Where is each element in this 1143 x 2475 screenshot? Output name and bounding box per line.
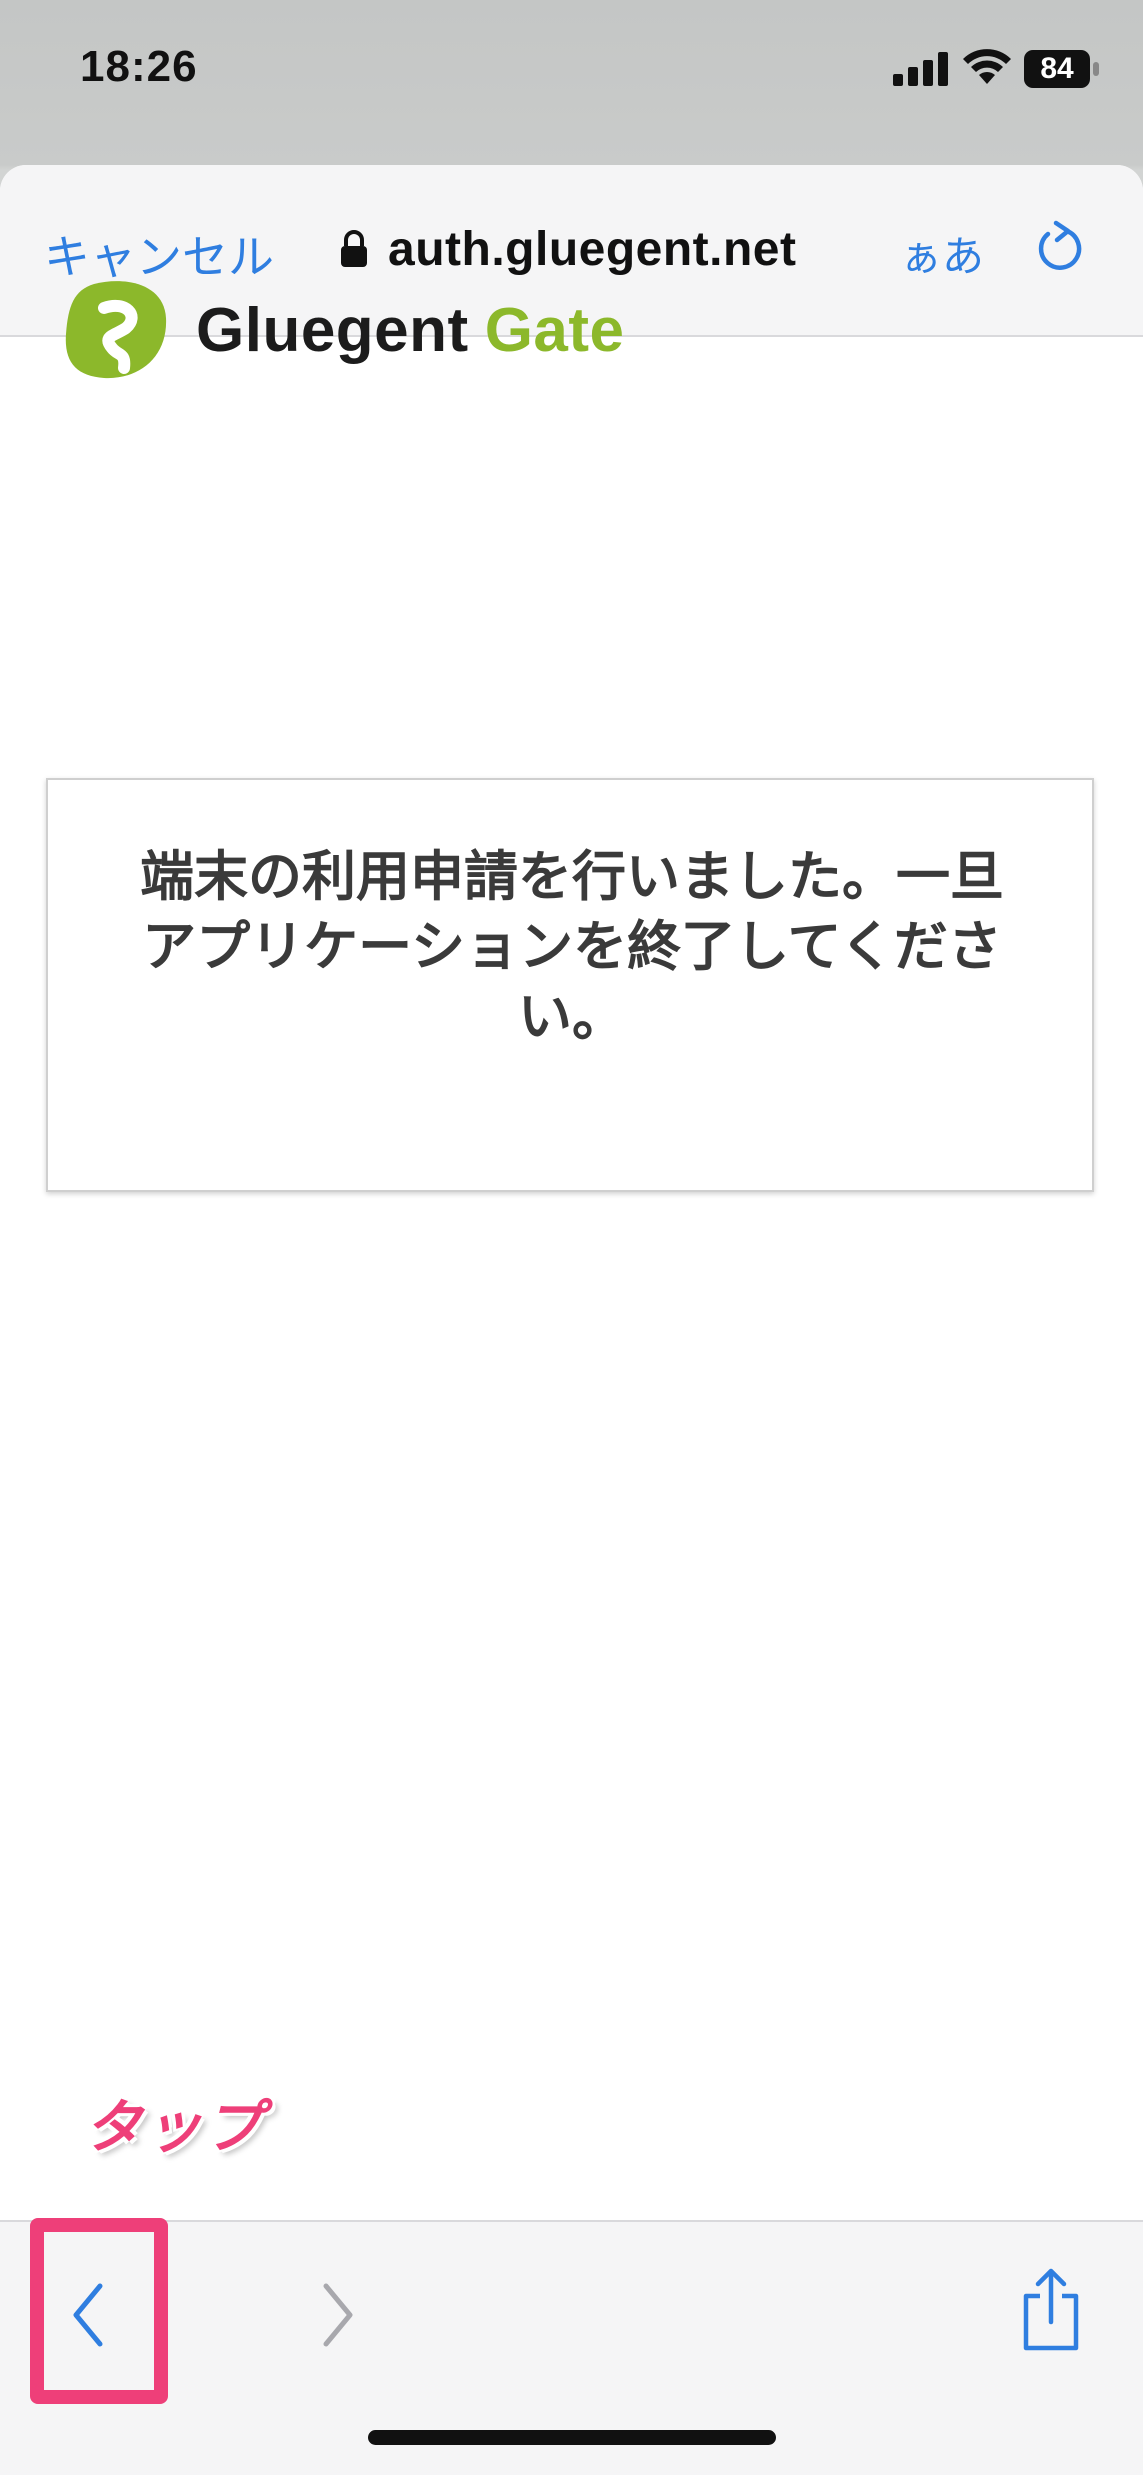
reload-icon[interactable] <box>1030 217 1090 279</box>
forward-button[interactable] <box>312 2280 362 2350</box>
lock-icon <box>341 230 367 267</box>
address-bar[interactable]: auth.gluegent.net <box>340 217 796 281</box>
text-size-button[interactable]: ぁあ <box>900 223 984 284</box>
screen: 18:26 84 キャンセル auth.gluegent.net ぁあ Glue… <box>0 0 1143 2475</box>
status-bar: 18:26 84 <box>0 0 1143 150</box>
battery-level: 84 <box>1040 52 1074 85</box>
wifi-icon <box>963 49 1011 84</box>
tap-highlight-box <box>30 2218 168 2404</box>
share-icon[interactable] <box>1020 2266 1082 2352</box>
gluegent-gate-logo: Gluegent Gate <box>64 275 625 385</box>
message-panel: 端末の利用申請を行いました。一旦アプリケーションを終了してください。 <box>46 778 1094 1192</box>
url-text: auth.gluegent.net <box>388 222 797 276</box>
home-indicator <box>368 2430 776 2445</box>
logo-word-gluegent: Gluegent <box>196 295 469 365</box>
cellular-signal-icon <box>893 52 948 86</box>
gluegent-logo-icon <box>65 281 167 379</box>
tap-annotation-label: タップ <box>84 2095 265 2160</box>
message-text: 端末の利用申請を行いました。一旦アプリケーションを終了してください。 <box>140 847 1004 1047</box>
logo-word-gate: Gate <box>484 295 625 365</box>
status-time: 18:26 <box>80 42 198 91</box>
